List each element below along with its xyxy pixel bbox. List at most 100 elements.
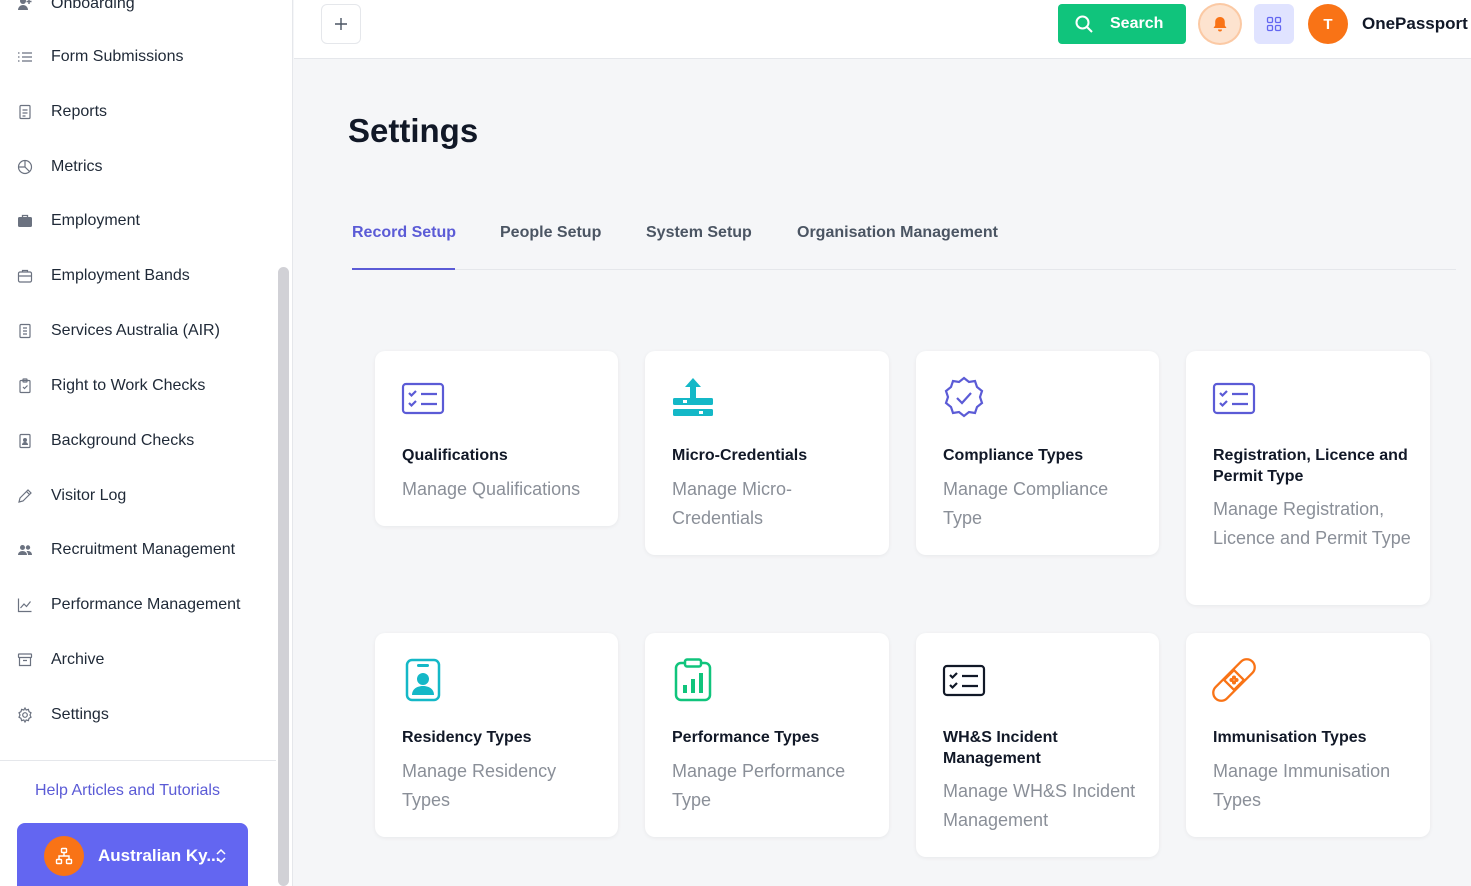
card-qualifications[interactable]: Qualifications Manage Qualifications [375, 351, 618, 526]
settings-tabs: Record Setup People Setup System Setup O… [352, 220, 1456, 270]
card-title: WH&S Incident Management [943, 729, 1058, 767]
tab-record-setup[interactable]: Record Setup [352, 224, 456, 242]
clipboard-icon [17, 378, 33, 394]
clipboard-chart-icon [671, 658, 715, 702]
card-description: Manage WH&S Incident Management [943, 781, 1136, 830]
card-description: Manage Registration, Licence and Permit … [1213, 499, 1411, 548]
sidebar-item-performance[interactable]: Performance Management [0, 587, 276, 623]
sidebar-item-label: Performance Management [51, 596, 241, 613]
help-articles-link[interactable]: Help Articles and Tutorials [35, 782, 220, 800]
card-whs-incident-management[interactable]: WH&S Incident Management Manage WH&S Inc… [916, 633, 1159, 857]
card-description: Manage Qualifications [402, 479, 581, 499]
active-tab-indicator [352, 268, 455, 270]
sidebar-item-label: Reports [51, 103, 108, 120]
card-description: Manage Compliance Type [943, 479, 1109, 528]
card-residency-types[interactable]: Residency Types Manage Residency Types [375, 633, 618, 837]
bandage-icon [1212, 658, 1256, 702]
trend-chart-icon [17, 597, 33, 613]
sidebar-item-recruitment[interactable]: Recruitment Management [0, 532, 276, 568]
sidebar-item-archive[interactable]: Archive [0, 642, 276, 678]
card-description: Manage Performance Type [672, 761, 846, 810]
sidebar-item-services-australia[interactable]: Services Australia (AIR) [0, 313, 276, 349]
archive-icon [17, 652, 33, 668]
card-title: Immunisation Types [1213, 729, 1367, 746]
org-name: Australian Ky... [98, 846, 221, 865]
grid-icon [1266, 16, 1282, 32]
card-title: Micro-Credentials [672, 447, 808, 464]
plus-icon [335, 18, 347, 30]
card-title: Qualifications [402, 447, 508, 464]
incident-list-icon [942, 658, 986, 702]
card-title: Performance Types [672, 729, 820, 746]
organisation-switcher[interactable]: Australian Ky... [17, 823, 248, 886]
search-button[interactable]: Search [1058, 4, 1186, 44]
card-compliance-types[interactable]: Compliance Types Manage Compliance Type [916, 351, 1159, 555]
pie-chart-icon [17, 159, 33, 175]
sidebar-divider [0, 760, 276, 761]
checklist-card-icon [401, 376, 445, 420]
gear-icon [17, 707, 33, 723]
checklist-card-icon [1212, 376, 1256, 420]
sidebar-item-label: Employment [51, 212, 140, 229]
tab-people-setup[interactable]: People Setup [500, 224, 601, 242]
card-immunisation-types[interactable]: Immunisation Types Manage Immunisation T… [1186, 633, 1430, 837]
badge-check-icon [942, 376, 986, 420]
briefcase-icon [17, 213, 33, 229]
upload-stack-icon [671, 376, 715, 420]
sidebar-item-label: Right to Work Checks [51, 377, 206, 394]
sidebar-item-reports[interactable]: Reports [0, 94, 276, 130]
topbar: Search T OnePassport [294, 0, 1471, 59]
sidebar-item-metrics[interactable]: Metrics [0, 149, 276, 185]
card-title: Compliance Types [943, 447, 1084, 464]
card-description: Manage Residency Types [402, 761, 557, 810]
search-button-label: Search [1110, 15, 1164, 32]
org-hierarchy-icon [44, 836, 84, 876]
sidebar-item-label: Onboarding [51, 0, 135, 12]
tab-organisation-management[interactable]: Organisation Management [797, 224, 998, 242]
tab-system-setup[interactable]: System Setup [646, 224, 752, 242]
card-description: Manage Micro-Credentials [672, 479, 793, 528]
sidebar-item-visitor-log[interactable]: Visitor Log [0, 478, 276, 514]
pen-icon [17, 488, 33, 504]
document-icon [17, 323, 33, 339]
card-title: Residency Types [402, 729, 532, 746]
sidebar-item-label: Metrics [51, 158, 103, 175]
page-title: Settings [348, 112, 479, 149]
sidebar-item-employment-bands[interactable]: Employment Bands [0, 258, 276, 294]
report-icon [17, 104, 33, 120]
user-avatar[interactable]: T [1308, 4, 1348, 44]
users-icon [17, 542, 33, 558]
card-micro-credentials[interactable]: Micro-Credentials Manage Micro-Credentia… [645, 351, 889, 555]
list-icon [17, 49, 33, 65]
briefcase-outline-icon [17, 268, 33, 284]
sidebar-item-form-submissions[interactable]: Form Submissions [0, 39, 276, 75]
sidebar-item-employment[interactable]: Employment [0, 203, 276, 239]
sidebar-item-label: Recruitment Management [51, 541, 236, 558]
sidebar-scrollbar[interactable] [278, 267, 289, 886]
card-performance-types[interactable]: Performance Types Manage Performance Typ… [645, 633, 889, 837]
sidebar-item-background-checks[interactable]: Background Checks [0, 423, 276, 459]
search-icon [1074, 14, 1094, 39]
sidebar-item-label: Background Checks [51, 432, 195, 449]
sidebar-item-label: Visitor Log [51, 487, 127, 504]
id-badge-icon [401, 658, 445, 702]
sidebar-item-label: Form Submissions [51, 48, 184, 65]
sidebar-item-label: Services Australia (AIR) [51, 322, 220, 339]
id-document-icon [17, 433, 33, 449]
notifications-button[interactable] [1198, 3, 1242, 45]
sidebar-item-label: Archive [51, 651, 105, 668]
user-plus-icon [17, 0, 33, 12]
sidebar-item-right-to-work[interactable]: Right to Work Checks [0, 368, 276, 404]
sidebar-item-onboarding[interactable]: Onboarding [0, 0, 276, 22]
apps-grid-button[interactable] [1254, 4, 1294, 44]
chevron-up-down-icon [214, 847, 228, 870]
card-title: Registration, Licence and Permit Type [1213, 447, 1408, 485]
card-registration-licence-permit[interactable]: Registration, Licence and Permit Type Ma… [1186, 351, 1430, 605]
user-name[interactable]: OnePassport [1362, 14, 1468, 34]
sidebar: Onboarding Form Submissions Reports Metr… [0, 0, 293, 886]
bell-icon [1213, 17, 1227, 32]
sidebar-item-settings[interactable]: Settings [0, 697, 276, 733]
add-button[interactable] [321, 4, 361, 44]
card-description: Manage Immunisation Types [1213, 761, 1391, 810]
sidebar-item-label: Employment Bands [51, 267, 190, 284]
